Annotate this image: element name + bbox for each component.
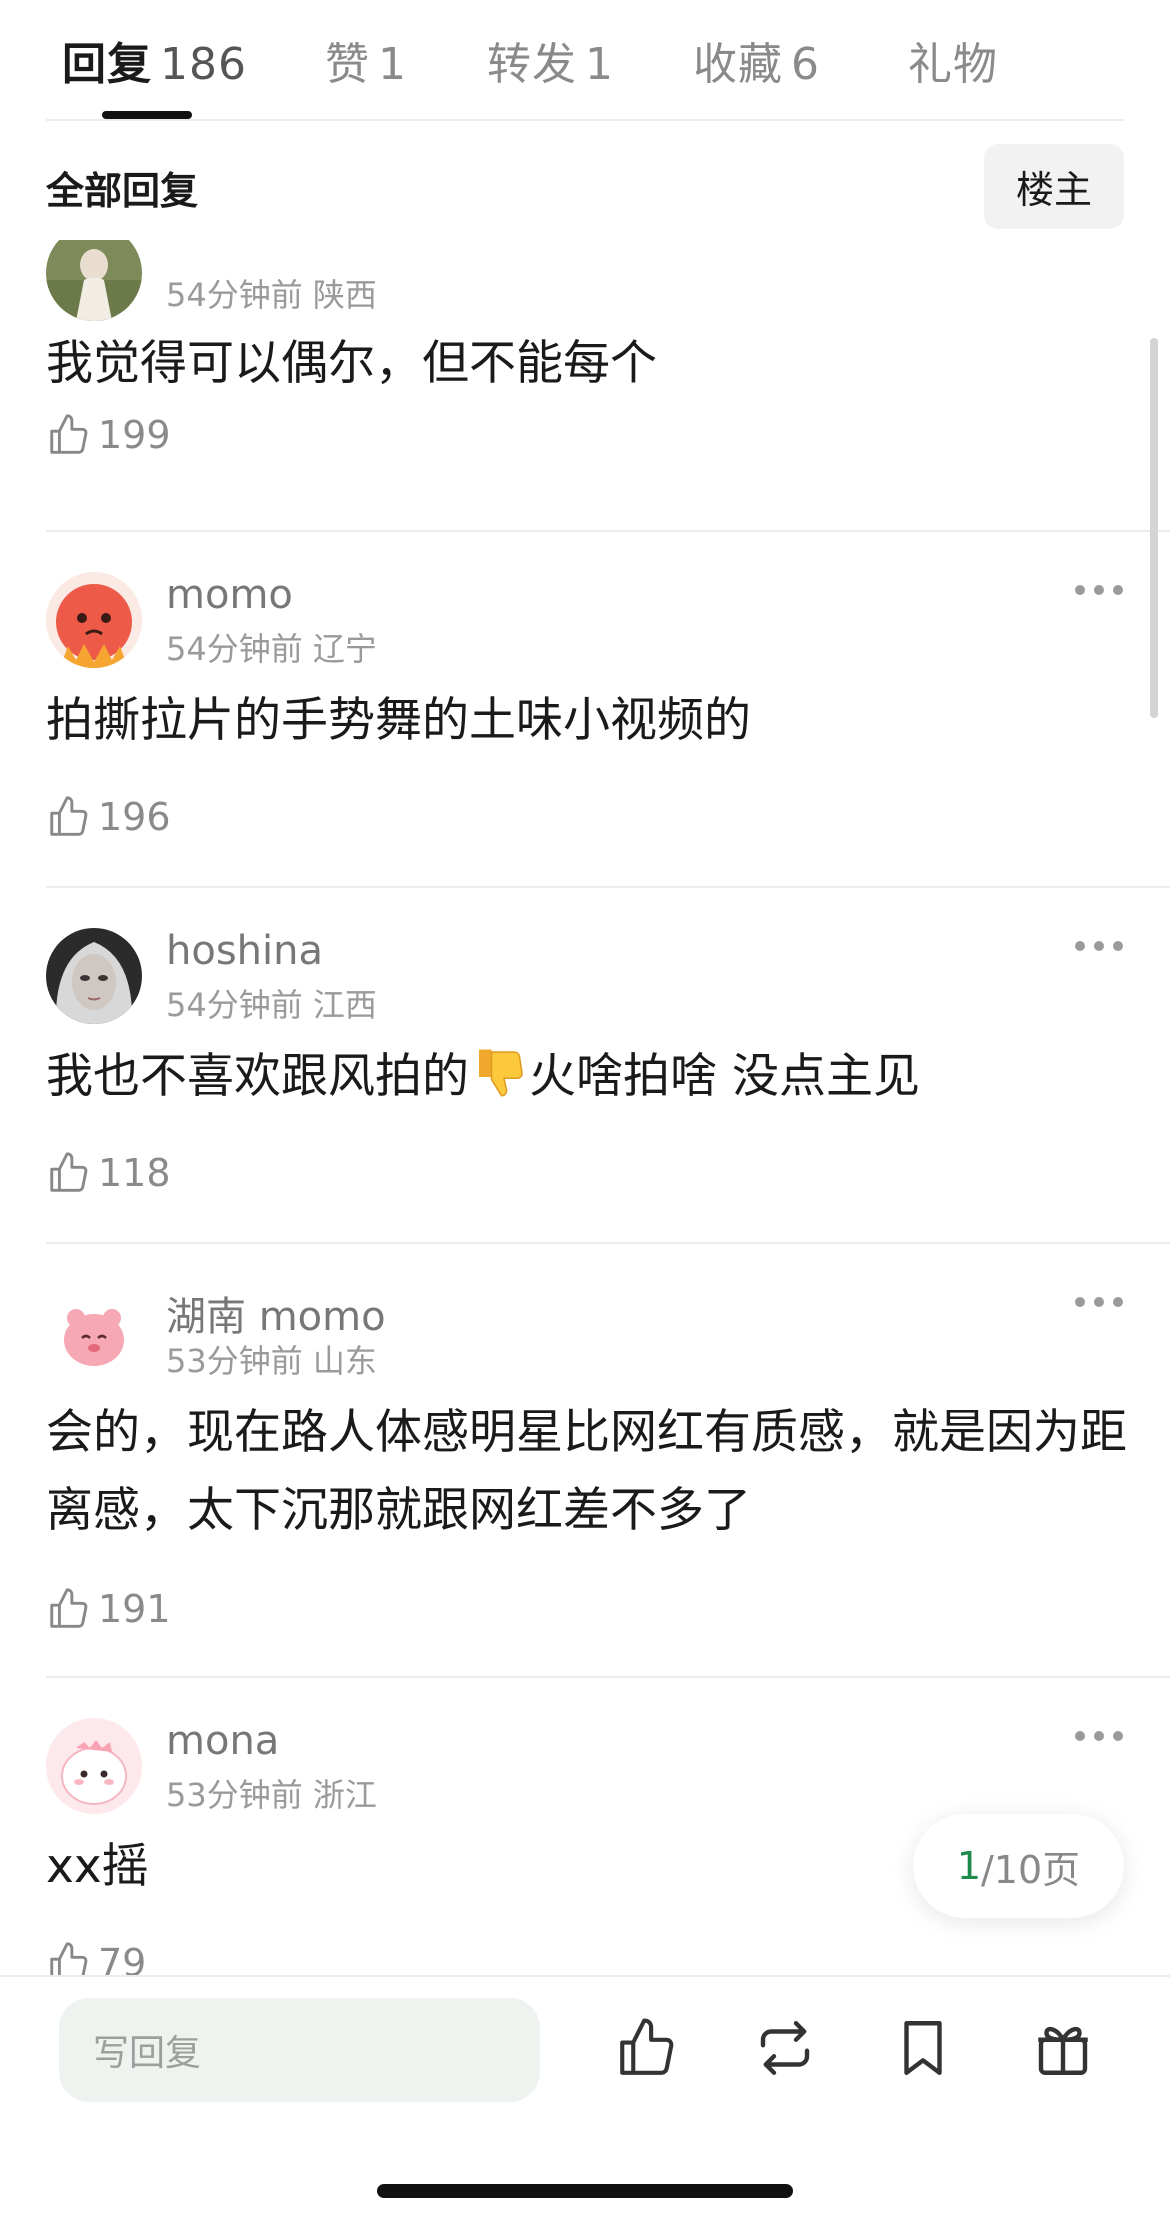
- comment-meta: 54分钟前 陕西: [166, 270, 377, 316]
- comment-time: 54分钟前: [166, 630, 303, 668]
- repost-icon[interactable]: [752, 2015, 818, 2081]
- avatar[interactable]: [46, 1284, 142, 1380]
- divider: [46, 886, 1170, 888]
- current-page: 1: [956, 1844, 981, 1888]
- page-indicator[interactable]: 1/10页: [913, 1814, 1124, 1918]
- comment-time: 53分钟前: [166, 1776, 303, 1814]
- comment-location: 浙江: [312, 1776, 377, 1814]
- tab-likes[interactable]: 赞1: [325, 28, 407, 90]
- comment-item: momo 54分钟前 辽宁 拍撕拉片的手势舞的土味小视频的 196: [0, 572, 1170, 872]
- username[interactable]: momo: [166, 572, 293, 618]
- comment-item: cccer 54分钟前 陕西 我觉得可以偶尔，但不能每个 199: [0, 240, 1170, 457]
- more-options-icon[interactable]: [1075, 1294, 1123, 1310]
- avatar[interactable]: [46, 572, 142, 668]
- tab-replies[interactable]: 回复 186: [62, 28, 247, 90]
- comment-text: 我觉得可以偶尔，但不能每个: [46, 336, 657, 391]
- comment-list[interactable]: cccer 54分钟前 陕西 我觉得可以偶尔，但不能每个 199: [0, 240, 1170, 1975]
- thumbs-up-icon: [50, 1942, 88, 1975]
- comment-text-part: 我也不喜欢跟风拍的: [46, 1049, 469, 1104]
- thumbs-up-icon: [50, 414, 88, 454]
- tab-label: 礼物: [908, 39, 998, 90]
- thumbs-up-icon: [50, 1152, 88, 1192]
- tab-label: 回复: [62, 39, 152, 90]
- divider: [46, 530, 1170, 532]
- comment-meta: 53分钟前 山东: [166, 1336, 377, 1382]
- comment-location: 山东: [312, 1342, 377, 1380]
- avatar[interactable]: [46, 928, 142, 1024]
- username[interactable]: cccer: [166, 240, 273, 246]
- comment-text: 拍撕拉片的手势舞的土味小视频的: [46, 693, 751, 748]
- like-count: 79: [98, 1941, 147, 1975]
- like-icon[interactable]: [614, 2015, 680, 2081]
- comment-time: 53分钟前: [166, 1342, 303, 1380]
- comment-time: 54分钟前: [166, 276, 303, 314]
- like-count: 199: [98, 413, 171, 457]
- comment-meta: 53分钟前 浙江: [166, 1770, 377, 1816]
- home-indicator: [377, 2184, 793, 2198]
- comment-text: 会的，现在路人体感明星比网红有质感，就是因为距离感，太下沉那就跟网红差不多了: [46, 1405, 1127, 1538]
- all-replies-label: 全部回复: [46, 169, 199, 213]
- more-options-icon[interactable]: [1075, 582, 1123, 598]
- reply-input[interactable]: 写回复: [59, 1998, 540, 2102]
- username[interactable]: mona: [166, 1718, 279, 1764]
- tab-label: 赞: [325, 39, 370, 90]
- bookmark-icon[interactable]: [890, 2015, 956, 2081]
- comment-time: 54分钟前: [166, 986, 303, 1024]
- comment-meta: 54分钟前 辽宁: [166, 624, 377, 670]
- username[interactable]: 湖南 momo: [166, 1284, 386, 1342]
- divider: [46, 1242, 1170, 1244]
- tab-label: 收藏: [693, 39, 783, 90]
- comment-item: 湖南 momo 53分钟前 山东 会的，现在路人体感明星比网红有质感，就是因为距…: [0, 1284, 1170, 1664]
- like-button[interactable]: 191: [46, 1584, 171, 1634]
- tab-reposts[interactable]: 转发 1: [487, 28, 614, 90]
- like-button[interactable]: 199: [46, 410, 171, 460]
- comment-item: hoshina 54分钟前 江西 我也不喜欢跟风拍的 火啥拍啥 没点主见 118: [0, 928, 1170, 1228]
- tab-favorites[interactable]: 收藏 6: [693, 28, 820, 90]
- tab-count: 6: [791, 39, 820, 90]
- op-only-button[interactable]: 楼主: [984, 144, 1124, 229]
- comment-text: 我也不喜欢跟风拍的 火啥拍啥 没点主见: [46, 1038, 1136, 1116]
- total-pages: /10页: [981, 1847, 1081, 1892]
- comment-location: 辽宁: [312, 630, 377, 668]
- comment-location: 陕西: [312, 276, 377, 314]
- like-button[interactable]: 79: [46, 1938, 146, 1975]
- tab-count: 1: [585, 39, 614, 90]
- tab-bar: 回复 186 赞1 转发 1 收藏 6 礼物: [0, 0, 1170, 121]
- active-tab-indicator: [102, 111, 192, 119]
- divider: [46, 119, 1124, 121]
- scrollbar[interactable]: [1150, 338, 1158, 718]
- post-replies-screen: 回复 186 赞1 转发 1 收藏 6 礼物 全部回复 楼主 54分钟前 陕西 …: [0, 0, 1170, 2227]
- avatar[interactable]: [46, 1718, 142, 1814]
- divider: [46, 1676, 1170, 1678]
- like-button[interactable]: 196: [46, 792, 171, 842]
- thumbs-up-icon: [50, 796, 88, 836]
- tab-count: 1: [378, 39, 407, 90]
- avatar[interactable]: [46, 240, 142, 321]
- username[interactable]: hoshina: [166, 928, 323, 974]
- tab-label: 转发: [487, 39, 577, 90]
- tab-count: 186: [160, 39, 247, 90]
- like-button[interactable]: 118: [46, 1148, 171, 1198]
- more-options-icon[interactable]: [1075, 938, 1123, 954]
- more-options-icon[interactable]: [1075, 1728, 1123, 1744]
- comment-location: 江西: [312, 986, 377, 1024]
- tab-gifts[interactable]: 礼物: [908, 28, 998, 90]
- thumbs-down-emoji-icon: [479, 1049, 523, 1097]
- like-count: 196: [98, 795, 171, 839]
- gift-icon[interactable]: [1030, 2015, 1096, 2081]
- like-count: 118: [98, 1151, 171, 1195]
- like-count: 191: [98, 1587, 171, 1631]
- comment-meta: 54分钟前 江西: [166, 980, 377, 1026]
- comment-text-part: 火啥拍啥 没点主见: [529, 1049, 920, 1104]
- thumbs-up-icon: [50, 1588, 88, 1628]
